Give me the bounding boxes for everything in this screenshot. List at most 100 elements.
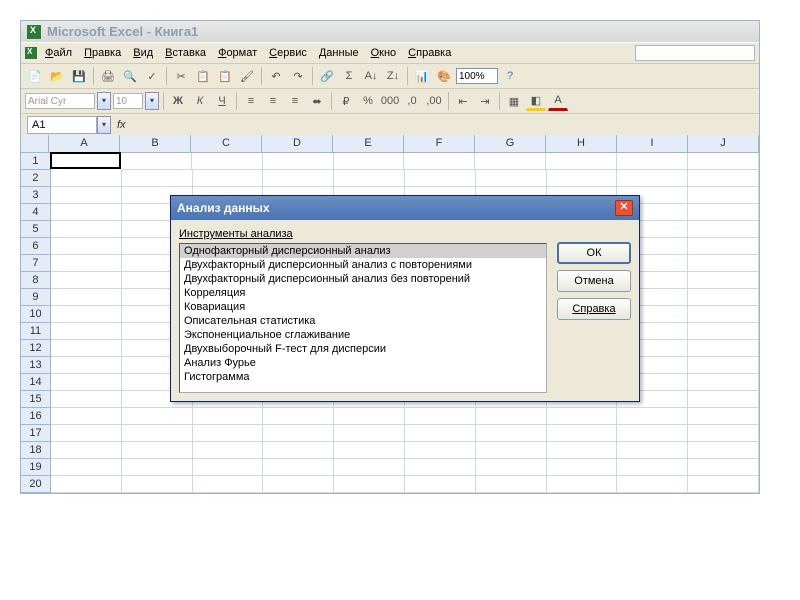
cell[interactable] [688,306,759,323]
format-painter-icon[interactable]: 🖌 [237,66,257,86]
row-header[interactable]: 3 [21,187,51,204]
cell[interactable] [50,152,121,169]
cell[interactable] [122,459,193,476]
menu-вид[interactable]: Вид [127,45,159,61]
row-header[interactable]: 11 [21,323,51,340]
cell[interactable] [334,425,405,442]
column-header[interactable]: H [546,135,617,153]
cell[interactable] [688,170,759,187]
cell[interactable] [617,476,688,493]
cell[interactable] [547,459,618,476]
cell[interactable] [51,306,122,323]
cell[interactable] [688,408,759,425]
cell[interactable] [688,289,759,306]
cell[interactable] [617,459,688,476]
column-header[interactable]: F [404,135,475,153]
row-header[interactable]: 2 [21,170,51,187]
comma-icon[interactable]: 000 [380,91,400,111]
cell[interactable] [547,425,618,442]
currency-icon[interactable]: ₽ [336,91,356,111]
cell[interactable] [121,153,192,170]
cell[interactable] [547,476,618,493]
cell[interactable] [476,425,547,442]
cell[interactable] [193,459,264,476]
cell[interactable] [334,459,405,476]
paste-icon[interactable]: 📋 [215,66,235,86]
align-center-icon[interactable]: ≡ [263,91,283,111]
column-header[interactable]: B [120,135,191,153]
cell[interactable] [122,442,193,459]
cell[interactable] [51,340,122,357]
cell[interactable] [547,442,618,459]
zoom-input[interactable] [456,68,498,84]
fill-color-icon[interactable]: ◧ [526,91,546,111]
copy-icon[interactable]: 📋 [193,66,213,86]
analysis-tools-listbox[interactable]: Однофакторный дисперсионный анализДвухфа… [179,243,547,393]
analysis-option[interactable]: Двухфакторный дисперсионный анализ с пов… [180,258,546,272]
align-left-icon[interactable]: ≡ [241,91,261,111]
cell[interactable] [334,170,405,187]
cell[interactable] [405,442,476,459]
italic-icon[interactable]: К [190,91,210,111]
spell-icon[interactable]: ✓ [142,66,162,86]
cell[interactable] [51,391,122,408]
menu-правка[interactable]: Правка [78,45,127,61]
row-header[interactable]: 5 [21,221,51,238]
cell[interactable] [51,272,122,289]
cell[interactable] [617,408,688,425]
cell[interactable] [688,272,759,289]
cell[interactable] [617,153,688,170]
row-header[interactable]: 18 [21,442,51,459]
analysis-option[interactable]: Гистограмма [180,370,546,384]
namebox-dropdown-icon[interactable]: ▾ [97,116,111,134]
column-header[interactable]: J [688,135,759,153]
font-name-input[interactable] [25,93,95,109]
redo-icon[interactable]: ↷ [288,66,308,86]
chart-icon[interactable]: 📊 [412,66,432,86]
cell[interactable] [51,255,122,272]
column-header[interactable]: A [49,135,120,153]
cell[interactable] [688,187,759,204]
cell[interactable] [334,476,405,493]
cell[interactable] [51,374,122,391]
font-name-dropdown-icon[interactable]: ▾ [97,92,111,110]
cell[interactable] [476,476,547,493]
font-size-dropdown-icon[interactable]: ▾ [145,92,159,110]
cell[interactable] [688,221,759,238]
cell[interactable] [688,204,759,221]
row-header[interactable]: 7 [21,255,51,272]
cell[interactable] [405,459,476,476]
print-icon[interactable]: 🖨 [98,66,118,86]
cell[interactable] [476,459,547,476]
cell[interactable] [263,459,334,476]
undo-icon[interactable]: ↶ [266,66,286,86]
menu-файл[interactable]: Файл [39,45,78,61]
cell[interactable] [192,153,263,170]
cell[interactable] [688,238,759,255]
cell[interactable] [51,476,122,493]
cut-icon[interactable]: ✂ [171,66,191,86]
cell[interactable] [405,425,476,442]
row-header[interactable]: 15 [21,391,51,408]
cell[interactable] [688,442,759,459]
sort-asc-icon[interactable]: A↓ [361,66,381,86]
cell[interactable] [688,323,759,340]
row-header[interactable]: 1 [21,153,51,170]
analysis-option[interactable]: Двухфакторный дисперсионный анализ без п… [180,272,546,286]
row-header[interactable]: 4 [21,204,51,221]
column-header[interactable]: D [262,135,333,153]
cell[interactable] [617,425,688,442]
cell[interactable] [51,357,122,374]
row-header[interactable]: 17 [21,425,51,442]
cell[interactable] [51,289,122,306]
column-header[interactable]: I [617,135,688,153]
preview-icon[interactable]: 🔍 [120,66,140,86]
cell[interactable] [547,170,618,187]
cell[interactable] [405,408,476,425]
cell[interactable] [122,425,193,442]
cell[interactable] [193,442,264,459]
cell[interactable] [193,425,264,442]
analysis-option[interactable]: Двухвыборочный F-тест для дисперсии [180,342,546,356]
row-header[interactable]: 6 [21,238,51,255]
analysis-option[interactable]: Ковариация [180,300,546,314]
